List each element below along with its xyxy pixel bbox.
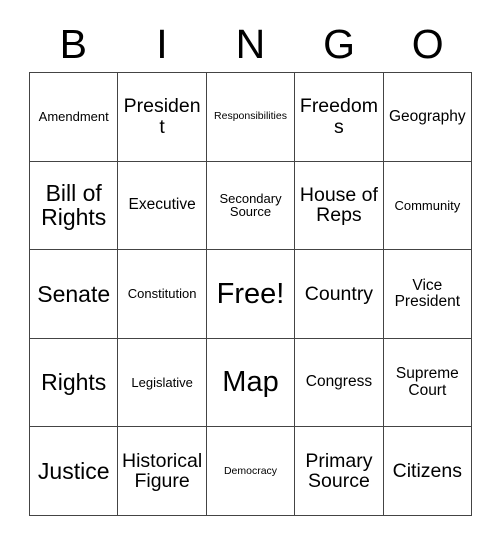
bingo-cell-label: Democracy: [223, 464, 278, 477]
bingo-cell-label: Free!: [216, 277, 285, 310]
bingo-cell[interactable]: Bill of Rights: [30, 161, 119, 251]
bingo-cell-label: Historical Figure: [122, 449, 203, 493]
bingo-row: Amendment President Responsibilities Fre…: [30, 73, 473, 162]
bingo-cell-label: Secondary Source: [219, 190, 282, 220]
bingo-cell[interactable]: Senate: [30, 250, 119, 339]
bingo-row: Rights Legislative Map Congress Supreme …: [30, 338, 473, 428]
bingo-cell-label: Vice President: [394, 276, 461, 310]
bingo-cell[interactable]: Geography: [383, 73, 473, 162]
bingo-cell-label: Geography: [388, 107, 466, 125]
bingo-cell-free-space[interactable]: Free!: [206, 250, 296, 339]
bingo-cell[interactable]: President: [118, 73, 207, 162]
bingo-cell[interactable]: Legislative: [118, 338, 207, 428]
bingo-cell-label: Congress: [305, 373, 373, 391]
bingo-cell-label: Freedoms: [299, 95, 378, 138]
bingo-row: Senate Constitution Free! Country Vice P…: [30, 250, 473, 339]
bingo-cell-label: Constitution: [127, 286, 197, 302]
bingo-cell[interactable]: Country: [295, 250, 384, 339]
bingo-header-letter-g: G: [323, 21, 356, 67]
bingo-row: Justice Historical Figure Democracy Prim…: [30, 427, 473, 516]
bingo-cell[interactable]: Responsibilities: [206, 73, 296, 162]
bingo-cell[interactable]: Primary Source: [295, 427, 384, 516]
bingo-cell-label: Senate: [37, 280, 111, 307]
bingo-cell-label: President: [123, 95, 201, 138]
bingo-cell-label: Supreme Court: [395, 365, 459, 399]
bingo-cell-label: Amendment: [38, 108, 109, 124]
bingo-cell[interactable]: Amendment: [30, 73, 119, 162]
bingo-cell[interactable]: Justice: [30, 427, 119, 516]
bingo-cell[interactable]: Democracy: [206, 427, 296, 516]
bingo-cell[interactable]: Map: [206, 338, 296, 428]
bingo-header-letter-o: O: [411, 21, 444, 67]
bingo-cell[interactable]: House of Reps: [295, 161, 384, 251]
bingo-header-letter-n: N: [235, 21, 266, 67]
bingo-cell-label: Justice: [37, 457, 110, 484]
bingo-cell[interactable]: Rights: [30, 338, 119, 428]
bingo-cell-label: Rights: [41, 369, 107, 396]
bingo-cell[interactable]: Vice President: [383, 250, 473, 339]
bingo-row: Bill of Rights Executive Secondary Sourc…: [30, 161, 473, 251]
bingo-cell-label: Community: [394, 197, 461, 213]
bingo-cell[interactable]: Executive: [118, 161, 207, 251]
bingo-cell-label: Responsibilities: [214, 110, 287, 123]
bingo-cell-label: Primary Source: [305, 449, 373, 493]
bingo-cell-label: Legislative: [131, 374, 193, 390]
bingo-cell-label: Executive: [128, 196, 196, 214]
bingo-cell[interactable]: Citizens: [383, 427, 473, 516]
bingo-header-letter-i: I: [156, 21, 168, 67]
bingo-header-letter-b: B: [59, 21, 87, 67]
bingo-grid: Amendment President Responsibilities Fre…: [29, 72, 473, 516]
bingo-cell[interactable]: Constitution: [118, 250, 207, 339]
bingo-cell[interactable]: Historical Figure: [118, 427, 207, 516]
bingo-cell-label: House of Reps: [299, 183, 378, 227]
bingo-cell[interactable]: Community: [383, 161, 473, 251]
bingo-cell[interactable]: Supreme Court: [383, 338, 473, 428]
bingo-cell-label: Citizens: [392, 459, 462, 482]
bingo-cell-label: Bill of Rights: [41, 180, 107, 231]
bingo-cell-label: Map: [222, 366, 279, 399]
bingo-card: B I N G O Amendment President Responsibi…: [29, 0, 473, 516]
bingo-cell[interactable]: Secondary Source: [206, 161, 296, 251]
bingo-header-row: B I N G O: [29, 0, 472, 72]
bingo-cell-label: Country: [304, 282, 374, 305]
bingo-cell[interactable]: Congress: [295, 338, 384, 428]
bingo-cell[interactable]: Freedoms: [295, 73, 384, 162]
